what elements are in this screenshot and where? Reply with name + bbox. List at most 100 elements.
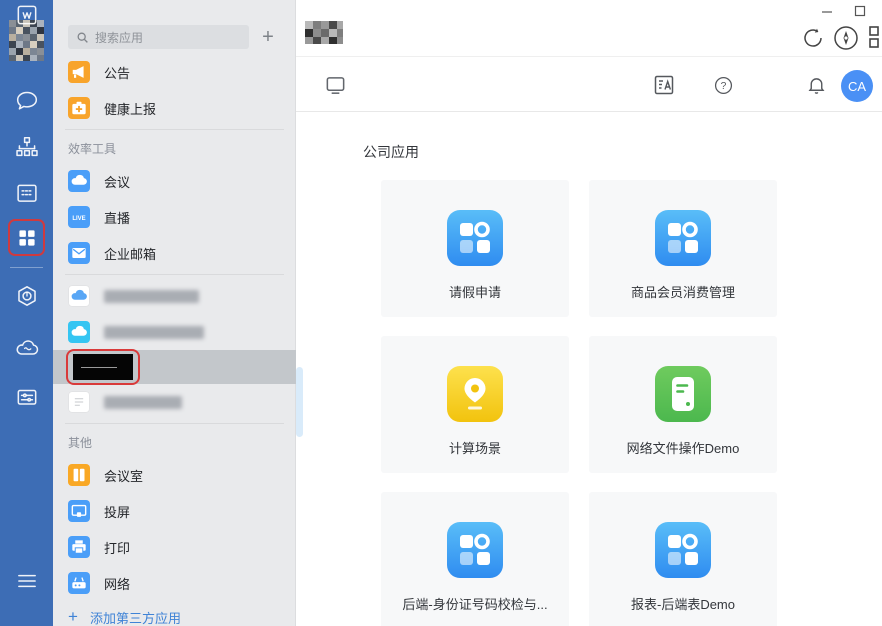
account-avatar[interactable]: CA xyxy=(841,70,873,102)
sidebar-item-0[interactable]: 会议 xyxy=(53,163,296,199)
mail-icon xyxy=(68,242,90,264)
app-card[interactable]: 计算场景 xyxy=(381,336,569,473)
sidebar-section-header: 效率工具 xyxy=(53,133,296,163)
cast-icon xyxy=(68,500,90,522)
add-app-button[interactable]: + xyxy=(256,24,280,50)
blurred-app-title xyxy=(305,21,343,44)
main-area: 当前团队： 工作台 ? 帮助 CA 公司应用 请假申请 商品会员消费管理计算场景 网… xyxy=(296,0,882,626)
app-card-label: 商品会员消费管理 xyxy=(589,282,777,301)
hamburger-icon[interactable] xyxy=(0,566,53,596)
sidebar-item-label: 会议 xyxy=(104,172,130,191)
app-sidebar: 搜索应用 + 公告健康上报效率工具会议 LIVE 直播企业邮箱其他会议室投屏打印网络… xyxy=(53,0,296,626)
scrollbar-thumb[interactable] xyxy=(296,367,303,437)
add-link-label: 添加第三方应用 xyxy=(90,608,181,626)
sidebar-item-label: 公告 xyxy=(104,63,130,82)
sidebar-item-label: 投屏 xyxy=(104,502,130,521)
sidebar-section-header: 其他 xyxy=(53,427,296,457)
sidebar-item-blurred[interactable] xyxy=(53,314,296,350)
calendar-icon[interactable] xyxy=(0,178,53,208)
sidebar-item-label: 直播 xyxy=(104,208,130,227)
app-card-label: 计算场景 xyxy=(381,438,569,457)
sidebar-item-3[interactable]: 网络 xyxy=(53,565,296,601)
sidebar-item-label: 网络 xyxy=(104,574,130,593)
chat-bubble-icon[interactable] xyxy=(0,86,53,116)
megaphone-icon xyxy=(68,61,90,83)
maximize-button[interactable] xyxy=(849,2,871,20)
app-card-label: 后端-身份证号码校检与... xyxy=(381,594,569,613)
app-card[interactable]: 报表-后端表Demo xyxy=(589,492,777,626)
section-header-label: 其他 xyxy=(68,434,92,451)
pin-app-icon xyxy=(447,366,503,422)
network-icon xyxy=(68,572,90,594)
window-top-strip xyxy=(296,0,882,57)
left-rail xyxy=(0,0,53,626)
app-card[interactable]: 请假申请 xyxy=(381,180,569,317)
sidebar-item-label: 企业邮箱 xyxy=(104,244,156,263)
section-title: 公司应用 xyxy=(363,142,419,162)
app-card-label: 报表-后端表Demo xyxy=(589,594,777,613)
healthkit-icon xyxy=(68,97,90,119)
sidebar-divider xyxy=(65,423,284,424)
sidebar-item-label: 会议室 xyxy=(104,466,143,485)
refresh-icon[interactable] xyxy=(799,24,827,52)
notification-bell-icon[interactable] xyxy=(806,74,834,102)
annotation-red-outline xyxy=(66,349,140,385)
compass-icon[interactable] xyxy=(832,24,860,52)
sidebar-item-label: 健康上报 xyxy=(104,99,156,118)
sidebar-item-0[interactable]: 会议室 xyxy=(53,457,296,493)
sidebar-item-label: 打印 xyxy=(104,538,130,557)
section-header-label: 效率工具 xyxy=(68,140,116,157)
sidebar-item-2[interactable]: 打印 xyxy=(53,529,296,565)
live-icon: LIVE xyxy=(68,206,90,228)
app-card[interactable]: 商品会员消费管理 xyxy=(589,180,777,317)
plus-icon: + xyxy=(68,607,78,626)
svg-text:?: ? xyxy=(721,81,727,92)
app-grid-app-icon xyxy=(447,210,503,266)
sidebar-item-2[interactable]: 企业邮箱 xyxy=(53,235,296,271)
help-icon[interactable]: ? xyxy=(714,76,742,104)
doc-app-icon xyxy=(655,366,711,422)
workbench-header: 当前团队： 工作台 ? 帮助 CA xyxy=(296,57,882,112)
org-chart-icon[interactable] xyxy=(0,132,53,162)
sidebar-item-redacted[interactable] xyxy=(53,350,296,384)
sidebar-item-blurred[interactable] xyxy=(53,384,296,420)
app-card[interactable]: 后端-身份证号码校检与... xyxy=(381,492,569,626)
app-grid-app-icon xyxy=(655,210,711,266)
monitor-icon[interactable] xyxy=(324,74,352,102)
sidebar-divider xyxy=(65,274,284,275)
app-grid-app-icon xyxy=(447,522,503,578)
blurred-item-label xyxy=(104,396,182,409)
sidebar-item-1[interactable]: LIVE 直播 xyxy=(53,199,296,235)
app-card[interactable]: 网络文件操作Demo xyxy=(589,336,777,473)
cloud-blue-icon xyxy=(68,285,90,307)
door-icon xyxy=(68,464,90,486)
translate-icon[interactable] xyxy=(652,73,680,101)
blurred-item-label xyxy=(104,290,199,303)
printer-icon xyxy=(68,536,90,558)
company-apps-panel: 公司应用 请假申请 商品会员消费管理计算场景 网络文件操作Demo 后端-身份证号码校… xyxy=(296,112,882,626)
minimize-button[interactable] xyxy=(816,2,838,20)
search-icon xyxy=(76,31,89,44)
search-input[interactable]: 搜索应用 xyxy=(68,25,249,49)
doc-faint-icon xyxy=(68,391,90,413)
rail-divider xyxy=(10,267,43,268)
sidebar-divider xyxy=(65,129,284,130)
search-placeholder: 搜索应用 xyxy=(95,29,143,46)
cloud-video-icon xyxy=(68,170,90,192)
cloud-white-icon xyxy=(68,321,90,343)
sidebar-item-0[interactable]: 公告 xyxy=(53,54,296,90)
w-doc-icon[interactable] xyxy=(0,0,53,30)
cloud-phone-icon[interactable] xyxy=(0,333,53,363)
add-third-party-app-link[interactable]: + 添加第三方应用 xyxy=(68,607,181,626)
app-card-label: 网络文件操作Demo xyxy=(589,438,777,457)
sidebar-item-1[interactable]: 健康上报 xyxy=(53,90,296,126)
app-window: 搜索应用 + 公告健康上报效率工具会议LIVE直播企业邮箱其他会议室投屏打印网络… xyxy=(0,0,882,626)
sidebar-item-blurred[interactable] xyxy=(53,278,296,314)
hexagon-box-icon[interactable] xyxy=(0,281,53,311)
app-grid-app-icon xyxy=(655,522,711,578)
sidebar-item-1[interactable]: 投屏 xyxy=(53,493,296,529)
panel-sliders-icon[interactable] xyxy=(0,382,53,412)
app-card-label: 请假申请 xyxy=(381,282,569,301)
multi-window-icon[interactable] xyxy=(868,24,882,52)
app-grid-icon[interactable] xyxy=(0,223,53,253)
